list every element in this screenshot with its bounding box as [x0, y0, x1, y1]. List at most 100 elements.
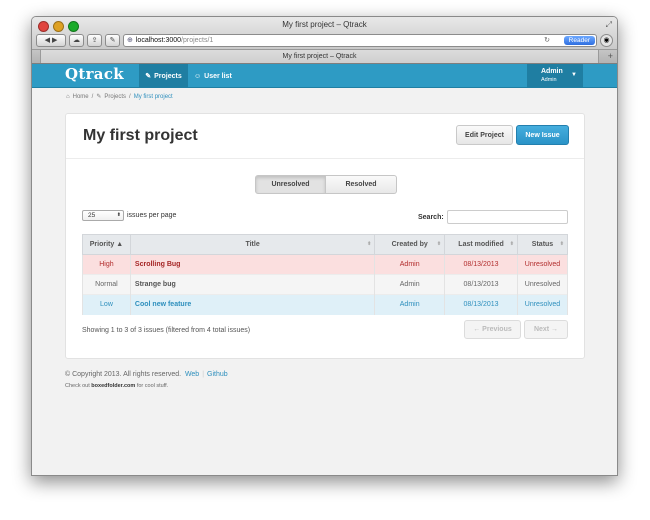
search-input[interactable] [446, 210, 568, 224]
created-by-cell: Admin [374, 294, 446, 315]
downloads-button[interactable]: ◉ [600, 33, 613, 47]
fullscreen-icon[interactable]: ⤢ [606, 20, 612, 30]
footer-note-site[interactable]: boxedfolder.com [91, 383, 135, 389]
select-arrows-icon: ⬍ [116, 212, 121, 218]
nav-item-users-label: User list [204, 72, 232, 80]
browser-titlebar: My first project – Qtrack ⤢ ◀ ▶ ☁ ⇪ ✎ ⊕ … [32, 17, 617, 64]
breadcrumb-separator: / [91, 93, 94, 100]
last-modified-cell: 08/13/2013 [444, 254, 518, 275]
next-page-button[interactable]: Next → [524, 320, 568, 339]
tag-icon: ✎ [96, 94, 102, 100]
tab-resolved[interactable]: Resolved [326, 175, 397, 194]
column-header-created-by[interactable]: Created by ⬍ [374, 234, 446, 255]
settings-button[interactable]: ✎ [105, 33, 120, 47]
footer-note-suffix: for cool stuff. [136, 383, 169, 389]
breadcrumb-home[interactable]: Home [73, 94, 89, 100]
brand-logo[interactable]: Qtrack [65, 65, 124, 83]
user-name: Admin [541, 68, 563, 75]
search-control: Search: [418, 210, 568, 224]
table-row[interactable]: High Scrolling Bug Admin 08/13/2013 Unre… [82, 254, 568, 275]
column-header-status[interactable]: Status ⬍ [517, 234, 568, 255]
table-row[interactable]: Low Cool new feature Admin 08/13/2013 Un… [82, 294, 568, 315]
cloud-icon: ☁ [73, 37, 80, 44]
breadcrumb-projects[interactable]: Projects [104, 94, 126, 100]
column-header-label: Status [531, 241, 554, 248]
column-header-title[interactable]: Title ⬍ [129, 234, 376, 255]
page-title: My first project [83, 127, 198, 144]
table-header-row: Priority ▲ Title ⬍ Created by ⬍ Last modif… [82, 234, 568, 255]
pagination: ← Previous Next → [464, 320, 568, 339]
last-modified-cell: 08/13/2013 [444, 294, 518, 315]
per-page-select[interactable]: 25 ⬍ [82, 210, 124, 221]
browser-window: My first project – Qtrack ⤢ ◀ ▶ ☁ ⇪ ✎ ⊕ … [31, 16, 618, 476]
column-header-priority[interactable]: Priority ▲ [82, 234, 131, 255]
status-filter: Unresolved Resolved [255, 175, 397, 194]
tab-bar: My first project – Qtrack + [32, 49, 617, 63]
per-page-label: issues per page [127, 212, 177, 219]
issue-title-link[interactable]: Strange bug [129, 274, 376, 295]
footer: © Copyright 2013. All rights reserved. W… [65, 371, 228, 378]
icloud-tabs-button[interactable]: ☁ [69, 33, 84, 47]
issue-title-link[interactable]: Cool new feature [129, 294, 376, 315]
tab-current[interactable]: My first project – Qtrack [40, 50, 599, 63]
created-by-cell: Admin [374, 254, 446, 275]
priority-cell: Normal [82, 274, 131, 295]
search-label: Search: [418, 213, 444, 221]
nav-item-users[interactable]: ☺ User list [194, 64, 232, 88]
app-navbar: Qtrack ✎ Projects ☺ User list Admin Admi… [32, 64, 617, 88]
sort-asc-icon: ▲ [116, 241, 124, 248]
address-bar[interactable]: ⊕ localhost:3000/projects/1 ↻ Reader [123, 33, 597, 47]
tag-icon: ✎ [145, 73, 152, 80]
status-cell: Unresolved [517, 254, 568, 275]
column-header-label: Created by [391, 241, 428, 248]
window-title: My first project – Qtrack [282, 20, 367, 29]
share-button[interactable]: ⇪ [87, 33, 102, 47]
url-path: /projects/1 [181, 36, 214, 44]
new-issue-button[interactable]: New Issue [516, 125, 569, 145]
footer-github-link[interactable]: Github [207, 371, 228, 378]
breadcrumb-separator: / [129, 93, 131, 100]
share-icon: ⇪ [91, 37, 98, 44]
column-header-label: Last modified [458, 241, 504, 248]
reload-icon[interactable]: ↻ [544, 36, 550, 44]
panel-header: My first project Edit Project New Issue [66, 114, 584, 159]
copyright-text: © Copyright 2013. All rights reserved. [65, 371, 182, 378]
breadcrumb: ⌂ Home / ✎ Projects / My first project [66, 93, 173, 101]
download-icon: ◉ [603, 37, 610, 44]
forward-arrow-icon[interactable]: ▶ [52, 36, 57, 44]
nav-item-projects[interactable]: ✎ Projects [139, 64, 188, 88]
last-modified-cell: 08/13/2013 [444, 274, 518, 295]
sort-icon: ⬍ [509, 241, 514, 247]
nav-item-projects-label: Projects [154, 72, 182, 80]
chevron-down-icon: ▼ [571, 72, 577, 78]
edit-project-button[interactable]: Edit Project [456, 125, 513, 145]
issues-table: Priority ▲ Title ⬍ Created by ⬍ Last modif… [82, 234, 568, 315]
status-cell: Unresolved [517, 294, 568, 315]
per-page-control: 25 ⬍ issues per page [82, 210, 176, 221]
footer-web-link[interactable]: Web [185, 371, 199, 378]
tab-unresolved[interactable]: Unresolved [255, 175, 326, 194]
globe-icon: ⊕ [127, 37, 133, 44]
column-header-label: Priority [89, 241, 115, 248]
sort-icon: ⬍ [367, 241, 372, 247]
back-arrow-icon[interactable]: ◀ [45, 36, 50, 44]
table-row[interactable]: Normal Strange bug Admin 08/13/2013 Unre… [82, 274, 568, 295]
wrench-icon: ✎ [109, 37, 116, 44]
pagination-info: Showing 1 to 3 of 3 issues (filtered fro… [82, 327, 251, 334]
reader-button[interactable]: Reader [563, 35, 595, 45]
sort-icon: ⬍ [436, 241, 442, 247]
footer-note-prefix: Check out [65, 383, 90, 389]
issue-title-link[interactable]: Scrolling Bug [129, 254, 376, 275]
breadcrumb-current: My first project [133, 93, 173, 100]
priority-cell: Low [82, 294, 131, 315]
user-menu[interactable]: Admin Admin ▼ [527, 64, 583, 88]
browser-toolbar: ◀ ▶ ☁ ⇪ ✎ ⊕ localhost:3000/projects/1 ↻ … [36, 32, 613, 48]
footer-note: Check out boxedfolder.com for cool stuff… [65, 383, 168, 389]
new-tab-button[interactable]: + [608, 50, 613, 63]
column-header-last-modified[interactable]: Last modified ⬍ [444, 234, 518, 255]
previous-page-button[interactable]: ← Previous [464, 320, 521, 339]
project-panel: My first project Edit Project New Issue … [65, 113, 585, 359]
status-cell: Unresolved [517, 274, 568, 295]
priority-cell: High [82, 254, 131, 275]
back-forward-buttons[interactable]: ◀ ▶ [36, 33, 66, 47]
